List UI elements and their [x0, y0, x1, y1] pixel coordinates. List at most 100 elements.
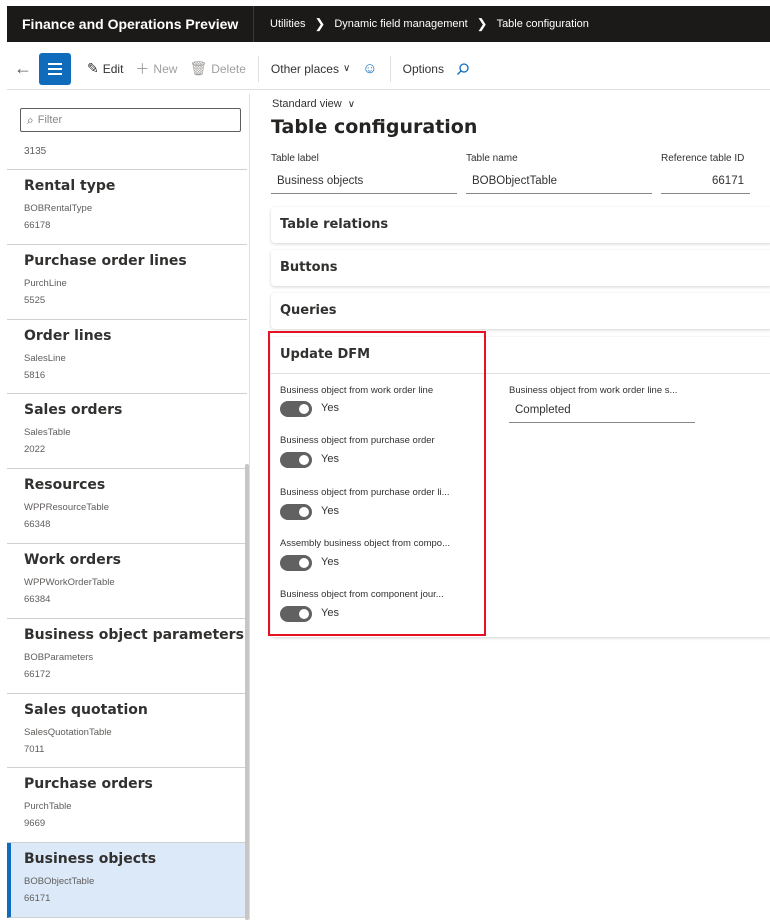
view-selector[interactable]: Standard view ∨: [272, 98, 355, 110]
reference-table-id-field[interactable]: 66171: [661, 170, 750, 194]
smiley-icon: ☺: [362, 60, 378, 77]
list-item-id: 7011: [24, 743, 45, 755]
list-item[interactable]: Rental type BOBRentalType 66178: [7, 170, 247, 245]
back-arrow-icon[interactable]: ←: [7, 58, 39, 79]
list-item-id: 66178: [24, 220, 51, 231]
section-divider: [271, 373, 770, 374]
reference-table-id-label: Reference table ID: [661, 153, 745, 164]
toggle-label: Business object from component jour...: [280, 589, 444, 600]
toggle-work-order-line[interactable]: [280, 401, 312, 417]
table-label-field[interactable]: Business objects: [271, 170, 457, 194]
trash-icon: 🗑: [189, 60, 208, 76]
toggle-state: Yes: [321, 505, 339, 517]
list-item-id: 66172: [24, 668, 51, 680]
fasttab-table-relations[interactable]: Table relations: [271, 207, 770, 243]
list-item-table: PurchLine: [24, 277, 67, 289]
list-item-id: 5816: [24, 369, 46, 381]
toggle-label: Business object from purchase order li..…: [280, 487, 450, 498]
delete-button[interactable]: 🗑 Delete: [183, 53, 251, 85]
list-item-id: 9669: [24, 818, 46, 830]
record-list-panel: ⌕ Filter 3135 Rental type BOBRentalType …: [7, 94, 250, 920]
main-content: Standard view ∨ Table configuration Tabl…: [258, 94, 770, 920]
list-item[interactable]: Resources WPPResourceTable 66348: [7, 469, 247, 544]
list-item-table: WPPWorkOrderTable: [24, 576, 115, 588]
list-item-title: Work orders: [24, 551, 121, 568]
list-item[interactable]: Sales quotation SalesQuotationTable 7011: [7, 694, 247, 769]
list-item[interactable]: 3135: [7, 144, 247, 170]
list-item[interactable]: Work orders WPPWorkOrderTable 66384: [7, 544, 247, 619]
toolbar-divider: [257, 55, 259, 82]
chevron-right-icon: ❯: [476, 16, 488, 31]
list-item-id: 66171: [24, 893, 51, 905]
chevron-down-icon: ∨: [347, 99, 356, 110]
toggle-purchase-order[interactable]: [280, 452, 312, 468]
options-label: Options: [402, 61, 444, 76]
action-toolbar: ← ✎ Edit ＋ New 🗑 Delete Other places ∨ ☺…: [7, 48, 770, 90]
breadcrumb-table-configuration[interactable]: Table configuration: [497, 18, 589, 30]
filter-input[interactable]: ⌕ Filter: [20, 108, 241, 132]
toggle-state: Yes: [321, 453, 339, 465]
list-item-title: Business object parameters: [24, 626, 244, 643]
list-item[interactable]: Business object parameters BOBParameters…: [7, 619, 247, 694]
edit-button-label: Edit: [102, 61, 124, 76]
toggle-state: Yes: [321, 607, 339, 619]
breadcrumb-dynamic-field-management[interactable]: Dynamic field management: [334, 18, 467, 30]
toggle-label: Business object from work order line: [280, 385, 434, 396]
list-item-id: 66384: [24, 593, 51, 605]
list-item-title: Sales quotation: [24, 701, 148, 718]
toggle-assembly-component[interactable]: [280, 555, 312, 571]
toggle-component-journal[interactable]: [280, 606, 312, 622]
filter-placeholder: Filter: [37, 114, 63, 126]
status-field-label: Business object from work order line s..…: [509, 385, 678, 396]
table-name-field[interactable]: BOBObjectTable: [466, 170, 652, 194]
delete-button-label: Delete: [211, 61, 246, 76]
chevron-right-icon: ❯: [314, 16, 326, 31]
list-item-id: 2022: [24, 444, 46, 456]
table-name-label: Table name: [466, 153, 518, 164]
list-item[interactable]: Order lines SalesLine 5816: [7, 320, 247, 395]
list-item-title: Resources: [24, 477, 106, 494]
toggle-purchase-order-line[interactable]: [280, 504, 312, 520]
search-button[interactable]: [450, 53, 476, 85]
list-item-table: SalesTable: [24, 427, 71, 439]
edit-button[interactable]: ✎ Edit: [81, 53, 129, 85]
app-title[interactable]: Finance and Operations Preview: [7, 16, 253, 32]
toggle-label: Assembly business object from compo...: [280, 538, 451, 549]
list-item[interactable]: Sales orders SalesTable 2022: [7, 394, 247, 470]
search-icon: [457, 62, 469, 75]
work-order-line-status-field[interactable]: Completed: [509, 399, 695, 423]
list-item-table: PurchTable: [24, 801, 72, 813]
new-button[interactable]: ＋ New: [129, 53, 183, 85]
list-item-title: Business objects: [24, 851, 157, 868]
list-item-title: Purchase order lines: [24, 252, 187, 269]
list-item[interactable]: Purchase orders PurchTable 9669: [7, 768, 247, 844]
plus-icon: ＋: [135, 60, 150, 77]
table-label-label: Table label: [271, 153, 319, 164]
list-scrollbar[interactable]: [245, 464, 249, 920]
feedback-button[interactable]: ☺: [356, 53, 383, 85]
hamburger-menu-icon[interactable]: [39, 52, 71, 85]
list-item-table: BOBObjectTable: [24, 876, 95, 888]
view-selector-label: Standard view: [272, 98, 342, 110]
update-dfm-header[interactable]: Update DFM: [280, 347, 370, 362]
other-places-label: Other places: [270, 61, 339, 76]
list-item-title: Purchase orders: [24, 776, 153, 793]
toolbar-divider: [389, 55, 391, 82]
toggle-state: Yes: [321, 556, 339, 568]
fasttab-buttons[interactable]: Buttons: [271, 250, 770, 286]
breadcrumb-utilities[interactable]: Utilities: [270, 18, 305, 30]
list-item-table: SalesQuotationTable: [24, 726, 112, 738]
list-item-title: Order lines: [24, 327, 112, 344]
list-item-id: 66348: [24, 519, 51, 531]
list-item-table: BOBParameters: [24, 651, 94, 663]
options-button[interactable]: Options: [397, 53, 450, 85]
fasttab-update-dfm: Update DFM Business object from work ord…: [271, 337, 770, 637]
list-item-selected[interactable]: Business objects BOBObjectTable 66171: [7, 843, 247, 918]
other-places-button[interactable]: Other places ∨: [265, 53, 356, 85]
fasttab-queries[interactable]: Queries: [271, 293, 770, 329]
toggle-state: Yes: [321, 402, 339, 414]
list-item-id: 5525: [24, 294, 46, 306]
list-item[interactable]: Purchase order lines PurchLine 5525: [7, 245, 247, 320]
top-bar: Finance and Operations Preview Utilities…: [7, 6, 770, 42]
list-item-table: SalesLine: [24, 352, 66, 364]
